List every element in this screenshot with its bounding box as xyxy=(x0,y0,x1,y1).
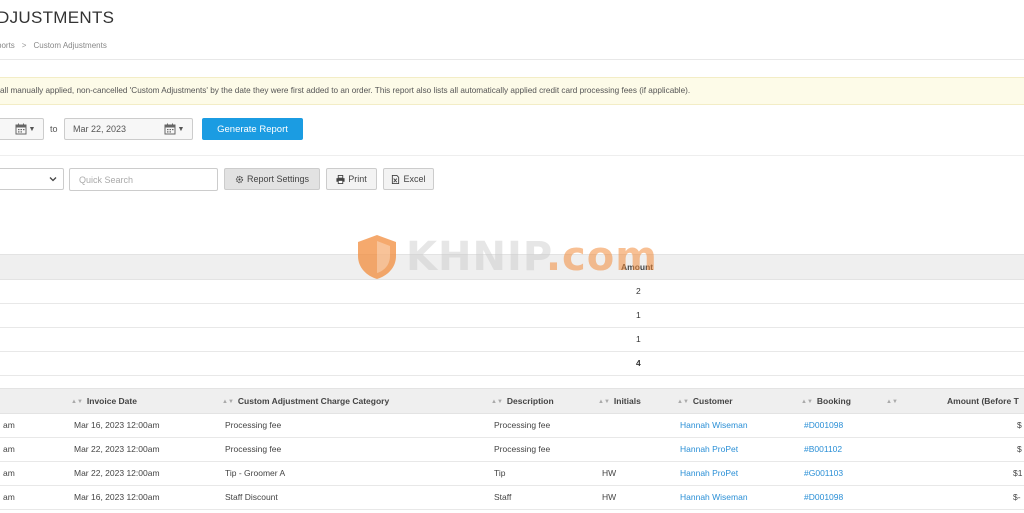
start-date-calendar-button[interactable]: ▼ xyxy=(13,122,37,136)
cell-description: Processing fee xyxy=(494,420,551,430)
breadcrumb: ports > Custom Adjustments xyxy=(0,41,107,50)
end-date-value: Mar 22, 2023 xyxy=(73,124,127,134)
end-date-calendar-button[interactable]: ▼ xyxy=(162,122,186,136)
print-label: Print xyxy=(348,174,367,184)
column-booking[interactable]: ▲▼ Booking xyxy=(801,396,851,406)
cell-time: am xyxy=(3,444,15,454)
table-row: am Mar 16, 2023 12:00am Staff Discount S… xyxy=(0,485,1024,510)
column-invoice-date[interactable]: ▲▼ Invoice Date xyxy=(71,396,137,406)
cell-invoice-date: Mar 22, 2023 12:00am xyxy=(74,444,160,454)
sort-icon: ▲▼ xyxy=(222,399,234,405)
column-description[interactable]: ▲▼ Description xyxy=(491,396,554,406)
breadcrumb-parent[interactable]: ports xyxy=(0,41,15,50)
cell-category: Staff Discount xyxy=(225,492,278,502)
summary-amount: 1 xyxy=(636,334,641,344)
customer-link[interactable]: Hannah Wiseman xyxy=(680,420,748,430)
column-charge-category[interactable]: ▲▼ Custom Adjustment Charge Category xyxy=(222,396,389,406)
excel-export-button[interactable]: Excel xyxy=(383,168,434,190)
sort-icon: ▲▼ xyxy=(886,399,898,405)
cell-description: Tip xyxy=(494,468,506,478)
summary-amount: 1 xyxy=(636,310,641,320)
cell-category: Processing fee xyxy=(225,420,282,430)
cell-description: Processing fee xyxy=(494,444,551,454)
chevron-down-icon xyxy=(49,177,57,182)
column-amount-sort[interactable]: ▲▼ xyxy=(886,396,902,406)
page-title: DJUSTMENTS xyxy=(0,8,115,27)
summary-amount: 2 xyxy=(636,286,641,296)
column-customer[interactable]: ▲▼ Customer xyxy=(677,396,733,406)
calendar-icon xyxy=(164,123,176,135)
filters-divider xyxy=(0,155,1024,156)
table-row: am Mar 22, 2023 12:00am Tip - Groomer A … xyxy=(0,461,1024,486)
summary-row: 1 xyxy=(0,327,1024,352)
header-divider xyxy=(0,59,1024,60)
cell-description: Staff xyxy=(494,492,512,502)
cell-category: Tip - Groomer A xyxy=(225,468,286,478)
gear-icon xyxy=(235,175,244,183)
customer-link[interactable]: Hannah ProPet xyxy=(680,444,738,454)
excel-icon xyxy=(392,174,400,184)
column-initials[interactable]: ▲▼ Initials xyxy=(598,396,641,406)
customer-link[interactable]: Hannah Wiseman xyxy=(680,492,748,502)
breadcrumb-separator: > xyxy=(21,41,27,50)
sort-icon: ▲▼ xyxy=(491,399,503,405)
cell-amount: $1 xyxy=(1013,468,1023,478)
cell-time: am xyxy=(3,468,15,478)
details-table-header: ▲▼ Invoice Date ▲▼ Custom Adjustment Charg… xyxy=(0,388,1024,414)
booking-link[interactable]: #D001098 xyxy=(804,420,843,430)
quick-search-input[interactable] xyxy=(69,168,218,191)
summary-row: 2 xyxy=(0,279,1024,304)
cell-invoice-date: Mar 22, 2023 12:00am xyxy=(74,468,160,478)
print-button[interactable]: Print xyxy=(326,168,377,190)
cell-category: Processing fee xyxy=(225,444,282,454)
summary-total: 4 xyxy=(636,358,641,368)
print-icon xyxy=(336,174,345,184)
end-date-field[interactable]: Mar 22, 2023 ▼ xyxy=(64,118,193,140)
cell-initials: HW xyxy=(602,468,617,478)
summary-row: 1 xyxy=(0,303,1024,328)
report-settings-label: Report Settings xyxy=(246,174,310,184)
booking-link[interactable]: #G001103 xyxy=(804,468,843,478)
info-banner: all manually applied, non-cancelled 'Cus… xyxy=(0,77,1024,105)
summary-table-header: Amount xyxy=(0,254,1024,280)
cell-initials: HW xyxy=(602,492,617,502)
customer-link[interactable]: Hannah ProPet xyxy=(680,468,738,478)
sort-icon: ▲▼ xyxy=(677,399,689,405)
table-row: am Mar 22, 2023 12:00am Processing fee P… xyxy=(0,437,1024,462)
cell-amount: $ xyxy=(1017,444,1022,454)
calendar-icon xyxy=(15,123,27,135)
excel-label: Excel xyxy=(403,174,426,184)
report-type-select[interactable] xyxy=(0,168,64,190)
info-banner-text: all manually applied, non-cancelled 'Cus… xyxy=(0,86,691,95)
date-range-to-label: to xyxy=(50,124,58,134)
summary-amount-header[interactable]: Amount xyxy=(621,262,653,272)
summary-total-row: 4 xyxy=(0,351,1024,376)
cell-time: am xyxy=(3,420,15,430)
sort-icon: ▲▼ xyxy=(71,399,83,405)
table-row: am Mar 16, 2023 12:00am Processing fee P… xyxy=(0,413,1024,438)
breadcrumb-current: Custom Adjustments xyxy=(33,41,107,50)
sort-icon: ▲▼ xyxy=(598,399,610,405)
cell-invoice-date: Mar 16, 2023 12:00am xyxy=(74,492,160,502)
report-settings-button[interactable]: Report Settings xyxy=(224,168,320,190)
column-amount[interactable]: Amount (Before T xyxy=(947,396,1019,406)
booking-link[interactable]: #B001102 xyxy=(804,444,842,454)
sort-icon: ▲▼ xyxy=(801,399,813,405)
cell-amount: $ xyxy=(1017,420,1022,430)
start-date-field[interactable]: ▼ xyxy=(0,118,44,140)
booking-link[interactable]: #D001098 xyxy=(804,492,843,502)
cell-amount: $- xyxy=(1013,492,1021,502)
chevron-down-icon: ▼ xyxy=(177,125,185,133)
cell-invoice-date: Mar 16, 2023 12:00am xyxy=(74,420,160,430)
generate-report-button[interactable]: Generate Report xyxy=(202,118,303,140)
cell-time: am xyxy=(3,492,15,502)
chevron-down-icon: ▼ xyxy=(28,125,36,133)
